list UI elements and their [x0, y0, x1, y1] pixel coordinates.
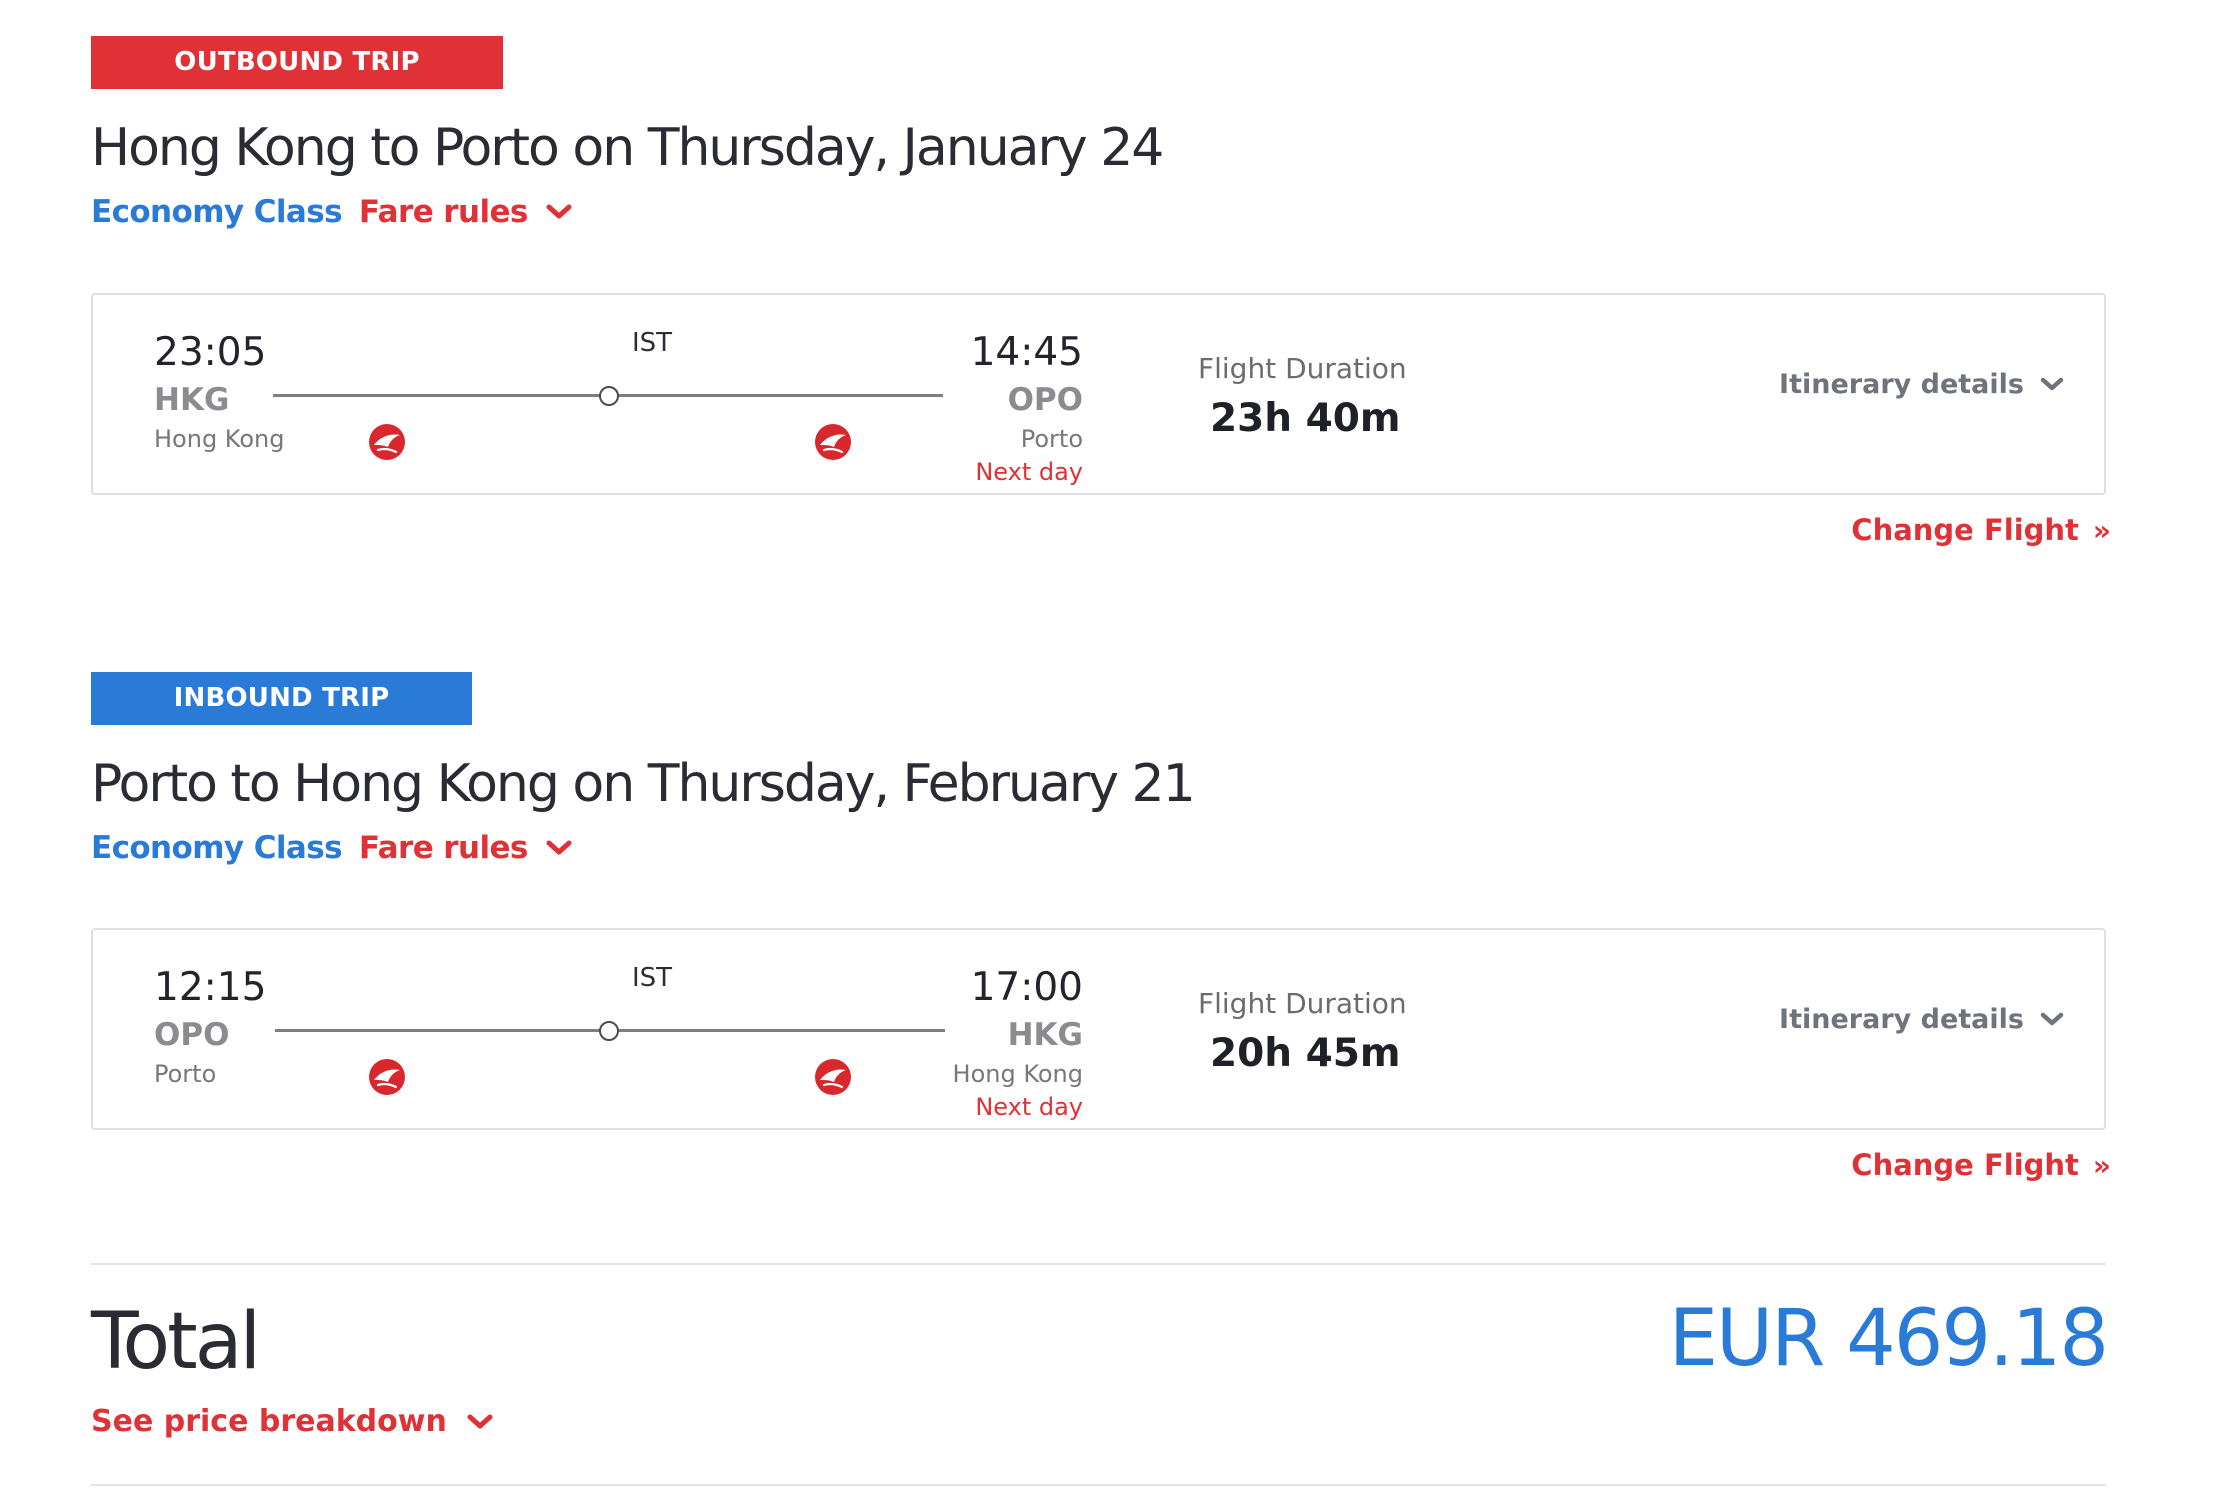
flight-duration-label: Flight Duration — [1198, 352, 1407, 385]
double-chevron-right-icon: » — [2092, 1148, 2111, 1182]
stopover-dot — [599, 386, 619, 406]
inbound-flight-card[interactable]: 12:15 OPO Porto IST 17:00 HKG Hong Kong … — [91, 928, 2106, 1130]
inbound-trip-badge: INBOUND TRIP — [91, 672, 472, 725]
total-label: Total — [91, 1297, 261, 1387]
inbound-route-title: Porto to Hong Kong on Thursday, February… — [91, 754, 1196, 814]
outbound-cabin-class: Economy Class — [91, 194, 343, 230]
chevron-down-icon — [546, 840, 572, 855]
fare-rules-label: Fare rules — [358, 830, 528, 866]
departure-city: Hong Kong — [154, 425, 285, 453]
turkish-airlines-logo-icon — [369, 1059, 405, 1095]
change-flight-label: Change Flight — [1851, 513, 2079, 547]
chevron-down-icon — [2040, 1012, 2064, 1026]
turkish-airlines-logo-icon — [815, 1059, 851, 1095]
stopover-code: IST — [631, 328, 673, 358]
departure-time: 12:15 — [154, 965, 267, 1010]
itinerary-details-toggle[interactable]: Itinerary details — [1779, 369, 2064, 400]
chevron-down-icon — [546, 204, 572, 219]
departure-airport-code: OPO — [154, 1017, 230, 1053]
itinerary-details-label: Itinerary details — [1779, 1004, 2024, 1035]
arrival-time: 17:00 — [970, 965, 1083, 1010]
itinerary-details-label: Itinerary details — [1779, 369, 2024, 400]
price-breakdown-label: See price breakdown — [91, 1404, 447, 1439]
departure-time: 23:05 — [154, 330, 267, 375]
inbound-class-row: Economy Class Fare rules — [91, 828, 572, 868]
see-price-breakdown-toggle[interactable]: See price breakdown — [91, 1404, 493, 1439]
total-bottom-divider — [91, 1484, 2106, 1486]
fare-rules-label: Fare rules — [358, 194, 528, 230]
stopover-dot — [599, 1021, 619, 1041]
outbound-route-title: Hong Kong to Porto on Thursday, January … — [91, 118, 1164, 178]
flight-duration-label: Flight Duration — [1198, 987, 1407, 1020]
chevron-down-icon — [2040, 377, 2064, 391]
itinerary-details-toggle[interactable]: Itinerary details — [1779, 1004, 2064, 1035]
outbound-trip-badge: OUTBOUND TRIP — [91, 36, 503, 89]
stopover-code: IST — [631, 963, 673, 993]
turkish-airlines-logo-icon — [369, 424, 405, 460]
chevron-down-icon — [467, 1414, 493, 1428]
outbound-class-row: Economy Class Fare rules — [91, 192, 572, 232]
arrival-airport-code: OPO — [1007, 382, 1083, 418]
flight-duration-value: 20h 45m — [1210, 1031, 1401, 1076]
arrival-city: Porto — [1020, 425, 1083, 453]
turkish-airlines-logo-icon — [815, 424, 851, 460]
arrival-next-day-note: Next day — [975, 1093, 1083, 1121]
total-top-divider — [91, 1263, 2106, 1265]
arrival-city: Hong Kong — [952, 1060, 1083, 1088]
departure-city: Porto — [154, 1060, 217, 1088]
arrival-time: 14:45 — [970, 330, 1083, 375]
total-price: EUR 469.18 — [1668, 1294, 2109, 1384]
flight-duration-value: 23h 40m — [1210, 396, 1401, 441]
change-flight-label: Change Flight — [1851, 1148, 2079, 1182]
inbound-fare-rules-toggle[interactable]: Fare rules — [359, 830, 572, 866]
arrival-airport-code: HKG — [1007, 1017, 1083, 1053]
departure-airport-code: HKG — [154, 382, 230, 418]
arrival-next-day-note: Next day — [975, 458, 1083, 486]
outbound-change-flight-link[interactable]: Change Flight » — [1851, 513, 2111, 547]
outbound-flight-card[interactable]: 23:05 HKG Hong Kong IST 14:45 OPO Porto … — [91, 293, 2106, 495]
double-chevron-right-icon: » — [2092, 513, 2111, 547]
outbound-fare-rules-toggle[interactable]: Fare rules — [359, 194, 572, 230]
inbound-cabin-class: Economy Class — [91, 830, 343, 866]
inbound-change-flight-link[interactable]: Change Flight » — [1851, 1148, 2111, 1182]
